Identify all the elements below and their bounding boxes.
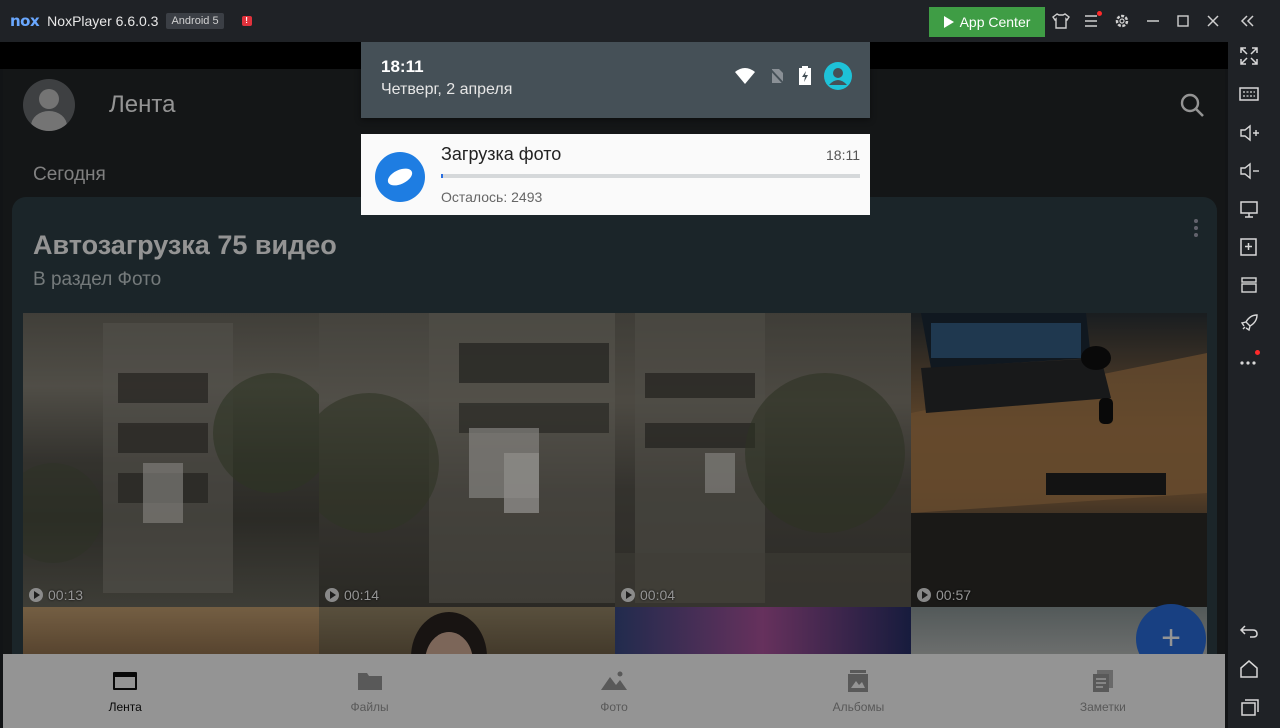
autoupload-card[interactable]: Автозагрузка 75 видео В раздел Фото 00:1… [12,197,1217,728]
warning-badge[interactable]: ! [241,16,252,26]
play-icon [29,588,43,602]
bottom-navigation: Лента Файлы Фото Альбомы Заметки [3,654,1225,728]
date: Четверг, 2 апреля [381,81,513,98]
nox-emulator-window: nox NoxPlayer 6.6.0.3 Android 5 ! App Ce… [0,0,1280,728]
nav-item-albums[interactable]: Альбомы [736,654,980,728]
notification-dot [1255,350,1260,355]
apk-install-icon[interactable] [1238,236,1260,258]
card-title: Автозагрузка 75 видео [33,230,337,260]
search-icon[interactable] [1179,92,1205,118]
account-icon[interactable] [824,62,852,95]
play-store-icon [943,16,954,28]
video-tile[interactable]: 00:04 [615,313,911,607]
back-icon[interactable] [1238,620,1260,642]
more-options-icon[interactable] [1192,219,1200,241]
upload-notification[interactable]: Загрузка фото 18:11 Осталось: 2493 [361,134,870,215]
recents-icon[interactable] [1238,696,1260,718]
nav-item-photo[interactable]: Фото [492,654,736,728]
keyboard-icon[interactable] [1238,83,1260,105]
app-center-button[interactable]: App Center [929,7,1045,37]
nav-label: Заметки [1079,699,1126,714]
android-version-badge: Android 5 [166,13,224,29]
nav-label: Фото [600,699,628,714]
yandex-disk-logo-icon [375,152,425,202]
nav-label: Файлы [350,699,389,714]
status-icons [734,62,852,95]
app-center-label: App Center [959,14,1031,30]
upload-progress-fill [441,174,443,178]
rocket-icon[interactable] [1238,312,1260,334]
notes-icon [1089,669,1117,693]
close-icon[interactable] [1204,12,1222,30]
clock: 18:11 [381,57,424,76]
notification-remaining: Осталось: 2493 [441,189,543,205]
nox-sidebar [1228,42,1280,728]
photo-icon [600,669,628,693]
video-duration: 00:57 [917,587,971,603]
battery-charging-icon [798,66,812,91]
video-tile[interactable]: 00:57 [911,313,1207,607]
multi-instance-icon[interactable] [1238,274,1260,296]
quick-settings-header[interactable]: 18:11 Четверг, 2 апреля [361,42,870,118]
no-sim-icon [768,67,786,90]
fullscreen-icon[interactable] [1238,45,1260,67]
minimize-icon[interactable] [1144,12,1162,30]
nav-label: Лента [108,699,142,714]
screen-icon[interactable] [1238,198,1260,220]
nav-item-files[interactable]: Файлы [247,654,491,728]
collapse-icon[interactable] [1238,12,1256,30]
maximize-icon[interactable] [1174,12,1192,30]
play-icon [917,588,931,602]
video-tile[interactable]: 00:14 [319,313,615,607]
android-screen: Лента Сегодня Автозагрузка 75 видео В ра… [0,42,1228,728]
volume-up-icon[interactable] [1238,122,1260,144]
album-icon [844,669,872,693]
nav-label: Альбомы [832,699,885,714]
video-duration: 00:14 [325,587,379,603]
home-icon[interactable] [1238,658,1260,680]
title-bar: nox NoxPlayer 6.6.0.3 Android 5 ! App Ce… [0,0,1280,42]
video-tile[interactable]: 00:13 [23,313,319,607]
play-icon [325,588,339,602]
notification-title: Загрузка фото [441,144,562,164]
volume-down-icon[interactable] [1238,160,1260,182]
avatar[interactable] [23,79,75,131]
card-subtitle: В раздел Фото [33,269,162,290]
folder-icon [356,669,384,693]
nav-item-notes[interactable]: Заметки [981,654,1225,728]
section-label: Сегодня [33,164,106,185]
nox-logo: nox [10,12,40,30]
notification-time: 18:11 [826,147,860,163]
upload-progress-bar [441,174,860,178]
app-name: NoxPlayer 6.6.0.3 [47,13,159,29]
shirt-icon[interactable] [1052,12,1070,30]
feed-icon [111,669,139,693]
video-duration: 00:04 [621,587,675,603]
wifi-icon [734,67,756,90]
gear-icon[interactable] [1113,12,1131,30]
video-duration: 00:13 [29,587,83,603]
nav-item-feed[interactable]: Лента [3,654,247,728]
page-title: Лента [109,91,176,118]
notification-dot [1097,11,1102,16]
play-icon [621,588,635,602]
